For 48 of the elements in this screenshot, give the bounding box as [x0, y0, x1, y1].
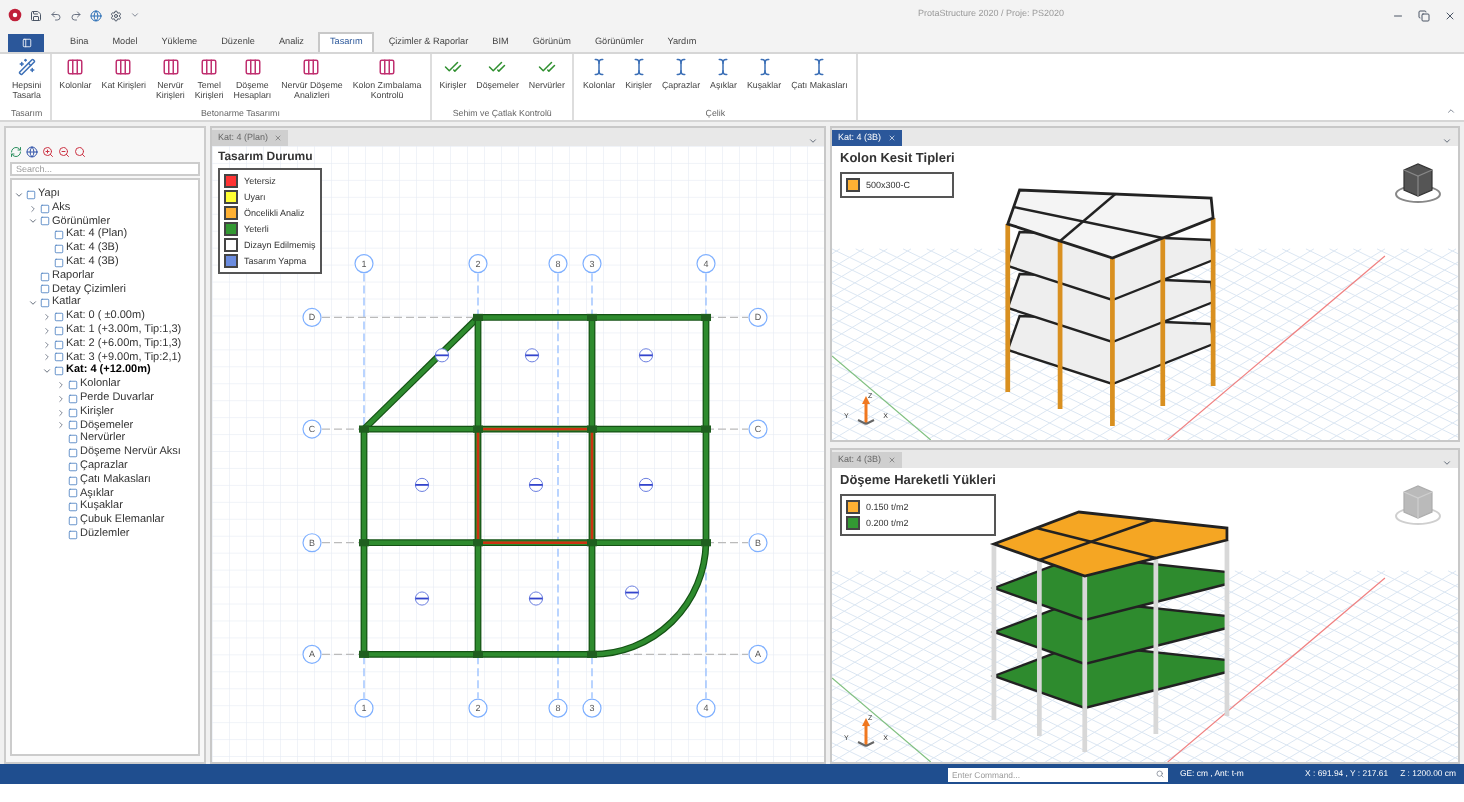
check-icon: [443, 58, 462, 76]
square-icon: [40, 298, 50, 309]
dropdown-icon[interactable]: [808, 136, 818, 146]
zoom-in-icon[interactable]: [42, 146, 54, 158]
close-icon[interactable]: [1444, 9, 1456, 21]
search-icon[interactable]: [1156, 770, 1164, 778]
axis-triad-icon: [856, 396, 876, 428]
i-shape-icon: [590, 58, 609, 76]
i-shape-icon: [755, 58, 774, 76]
file-menu-button[interactable]: [8, 34, 44, 52]
i-shape-icon: [629, 58, 648, 76]
columns-icon: [243, 58, 262, 76]
columns-icon: [378, 58, 397, 76]
i-shape-icon: [810, 58, 829, 76]
dropdown-icon[interactable]: [130, 10, 140, 20]
axis-triad-icon: [856, 718, 876, 750]
minimize-icon[interactable]: [1392, 9, 1404, 21]
columns-icon: [302, 58, 321, 76]
square-icon: [54, 366, 64, 377]
square-icon: [54, 230, 64, 241]
redo-icon[interactable]: [70, 9, 82, 21]
check-icon: [488, 58, 507, 76]
columns-icon: [200, 58, 219, 76]
undo-icon[interactable]: [50, 9, 62, 21]
i-shape-icon: [672, 58, 691, 76]
square-icon: [68, 434, 78, 445]
dropdown-icon[interactable]: [1442, 136, 1452, 146]
app-logo-icon: [8, 8, 22, 22]
refresh-icon[interactable]: [10, 146, 22, 158]
square-icon: [68, 502, 78, 513]
check-icon: [537, 58, 556, 76]
search-icon[interactable]: [74, 146, 86, 158]
dropdown-icon[interactable]: [1442, 458, 1452, 468]
wand-icon: [17, 58, 36, 76]
globe-icon[interactable]: [26, 146, 38, 158]
view-cube-icon[interactable]: [1394, 160, 1442, 204]
square-icon: [26, 189, 36, 200]
panel-icon: [21, 38, 31, 48]
save-icon[interactable]: [30, 9, 42, 21]
zoom-out-icon[interactable]: [58, 146, 70, 158]
collapse-ribbon-icon[interactable]: [1446, 106, 1456, 116]
restore-icon[interactable]: [1418, 9, 1430, 21]
columns-icon: [114, 58, 133, 76]
columns-icon: [161, 58, 180, 76]
i-shape-icon: [714, 58, 733, 76]
settings-icon[interactable]: [110, 9, 122, 21]
columns-icon: [66, 58, 85, 76]
globe-icon[interactable]: [90, 9, 102, 21]
